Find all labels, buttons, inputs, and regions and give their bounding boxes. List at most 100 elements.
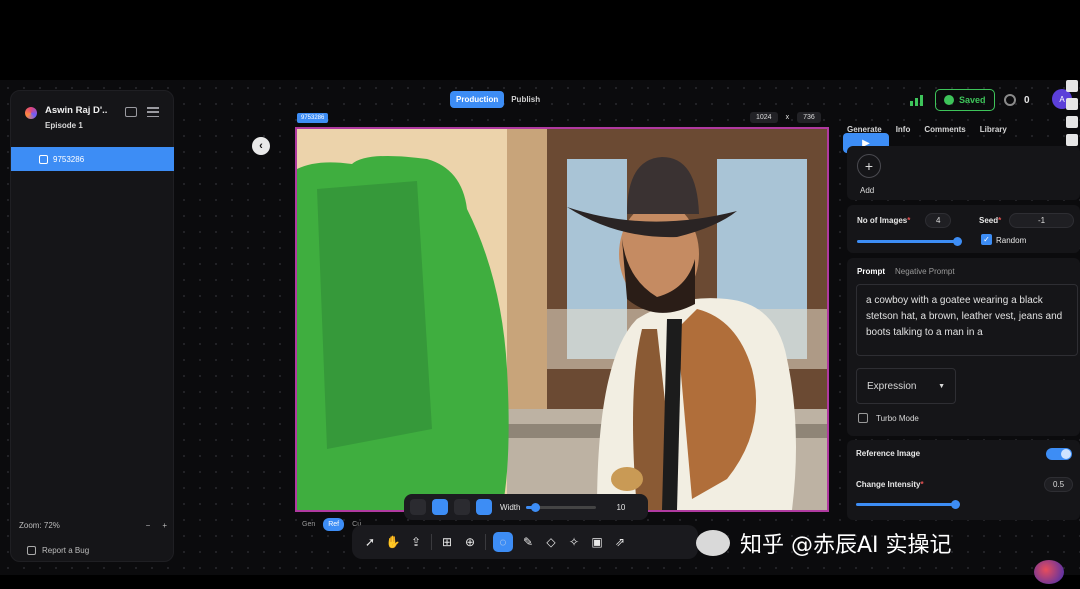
tab-negative-prompt[interactable]: Negative Prompt: [895, 267, 955, 276]
add-frame-icon[interactable]: ⊞: [439, 534, 455, 550]
magic-wand-icon[interactable]: ✧: [566, 534, 582, 550]
tab-prompt[interactable]: Prompt: [857, 267, 885, 276]
scene-illustration: [297, 129, 827, 510]
check-circle-icon: [944, 95, 954, 105]
turbo-mode[interactable]: Turbo Mode: [858, 413, 919, 423]
reference-image-label: Reference Image: [856, 449, 921, 458]
menu-icon[interactable]: [147, 107, 159, 117]
tab-publish[interactable]: Publish: [508, 91, 543, 108]
episode-title[interactable]: Episode 1: [45, 121, 107, 130]
mode-tabs: Production Publish: [450, 91, 543, 108]
search-icon[interactable]: [1066, 98, 1078, 110]
add-page-icon[interactable]: ⊕: [462, 534, 478, 550]
sidebar-icons: [125, 107, 159, 117]
gear-icon[interactable]: [1066, 134, 1078, 146]
add-label: Add: [860, 186, 875, 195]
hand-icon[interactable]: ✋: [385, 534, 401, 550]
prompt-textarea[interactable]: a cowboy with a goatee wearing a black s…: [856, 284, 1078, 356]
no-images-label: No of Images*: [857, 216, 911, 225]
watermark-text: 知乎 @赤辰AI 实操记: [740, 533, 952, 558]
bug-icon: [27, 546, 36, 555]
chevron-left-icon: ‹: [259, 140, 263, 152]
no-images-slider[interactable]: [857, 240, 957, 243]
turbo-checkbox[interactable]: [858, 413, 868, 423]
watermark: 知乎 @赤辰AI 实操记: [696, 527, 952, 559]
add-button[interactable]: +: [857, 154, 881, 178]
coin-icon: [1004, 94, 1016, 106]
change-intensity-input[interactable]: 0.5: [1044, 477, 1074, 492]
zoom-out-button[interactable]: −: [146, 521, 151, 530]
saved-status: Saved: [935, 89, 995, 111]
chevron-down-icon: ▼: [938, 382, 945, 390]
eraser-icon[interactable]: ◇: [543, 534, 559, 550]
brush-icon[interactable]: ✎: [520, 534, 536, 550]
saved-label: Saved: [959, 95, 986, 105]
toolbar-divider: [431, 534, 432, 550]
sidebar-item-label: 9753286: [53, 154, 85, 164]
window-icon[interactable]: [1066, 116, 1078, 128]
credits-value: 0: [1024, 94, 1030, 106]
image-edit-icon[interactable]: ▣: [589, 534, 605, 550]
image-settings-panel: No of Images* 4 Seed* -1 ✓ Random: [847, 205, 1080, 253]
reference-panel: Reference Image Change Intensity* 0.5: [847, 440, 1080, 520]
prompt-panel: Prompt Negative Prompt a cowboy with a g…: [847, 258, 1080, 436]
brush-mode-icon[interactable]: [410, 499, 426, 515]
signal-icon: [910, 95, 923, 106]
corner-logo-icon: [1034, 560, 1064, 584]
seed-input[interactable]: -1: [1009, 213, 1075, 228]
random-label: Random: [996, 236, 1027, 245]
plus-icon: +: [864, 158, 874, 174]
intensity-slider[interactable]: [856, 503, 954, 506]
select-arrow-icon[interactable]: ➚: [362, 534, 378, 550]
brush-toolbar: Width 10: [404, 494, 648, 520]
width-icon: [476, 499, 492, 515]
tab-comments[interactable]: Comments: [924, 125, 965, 134]
tab-library[interactable]: Library: [980, 125, 1007, 134]
no-images-input[interactable]: 4: [925, 213, 952, 228]
report-bug-button[interactable]: Report a Bug: [27, 546, 89, 555]
upload-icon[interactable]: ⇪: [408, 534, 424, 550]
report-bug-label: Report a Bug: [42, 546, 90, 555]
dimension-separator: x: [785, 114, 790, 121]
export-icon[interactable]: ⇗: [612, 534, 628, 550]
layers-icon[interactable]: [454, 499, 470, 515]
style-select[interactable]: Expression ▼: [856, 368, 956, 404]
change-intensity-label: Change Intensity*: [856, 480, 924, 489]
image-canvas[interactable]: [295, 127, 829, 512]
slider-knob[interactable]: [530, 502, 540, 512]
width-field[interactable]: 1024: [750, 112, 778, 123]
volume-icon[interactable]: [1066, 80, 1078, 92]
canvas-toolbar: ➚ ✋ ⇪ ⊞ ⊕ ◌ ✎ ◇ ✧ ▣ ⇗: [352, 525, 698, 559]
tab-ref[interactable]: Ref: [323, 518, 345, 531]
sidebar: Aswin Raj D'.. Episode 1 9753286 Zoom: 7…: [10, 90, 174, 562]
toolbar-divider: [485, 534, 486, 550]
zoom-label: Zoom:: [19, 521, 42, 530]
no-images-knob[interactable]: [953, 237, 962, 246]
tab-gen[interactable]: Gen: [302, 521, 315, 528]
style-select-value: Expression: [867, 380, 917, 392]
brush-width-slider[interactable]: [526, 502, 597, 512]
tab-info[interactable]: Info: [896, 125, 911, 134]
panel-toggle-icon[interactable]: [125, 107, 137, 117]
random-checkbox[interactable]: ✓: [981, 234, 992, 245]
lasso-icon[interactable]: ◌: [493, 532, 513, 552]
pencil-icon[interactable]: [432, 499, 448, 515]
credits: 0: [1004, 94, 1030, 106]
scene-icon: [39, 154, 48, 164]
system-icons: [1064, 80, 1080, 146]
seed-label: Seed*: [979, 216, 1002, 225]
height-field[interactable]: 736: [797, 112, 821, 123]
sidebar-header: Aswin Raj D'.. Episode 1: [25, 105, 107, 130]
sidebar-item-scene[interactable]: 9753286: [11, 147, 174, 171]
zoom-control: Zoom: 72% − +: [19, 521, 167, 530]
reference-toggle[interactable]: [1046, 448, 1072, 460]
zoom-in-button[interactable]: +: [162, 521, 167, 530]
intensity-knob[interactable]: [951, 500, 960, 509]
user-name[interactable]: Aswin Raj D'..: [45, 105, 107, 116]
zoom-value: 72%: [43, 521, 60, 530]
back-button[interactable]: ‹: [252, 137, 270, 155]
tab-production[interactable]: Production: [450, 91, 505, 108]
app-logo-icon: [25, 107, 37, 119]
wechat-icon: [696, 530, 730, 556]
brush-width-value: 10: [616, 502, 626, 512]
